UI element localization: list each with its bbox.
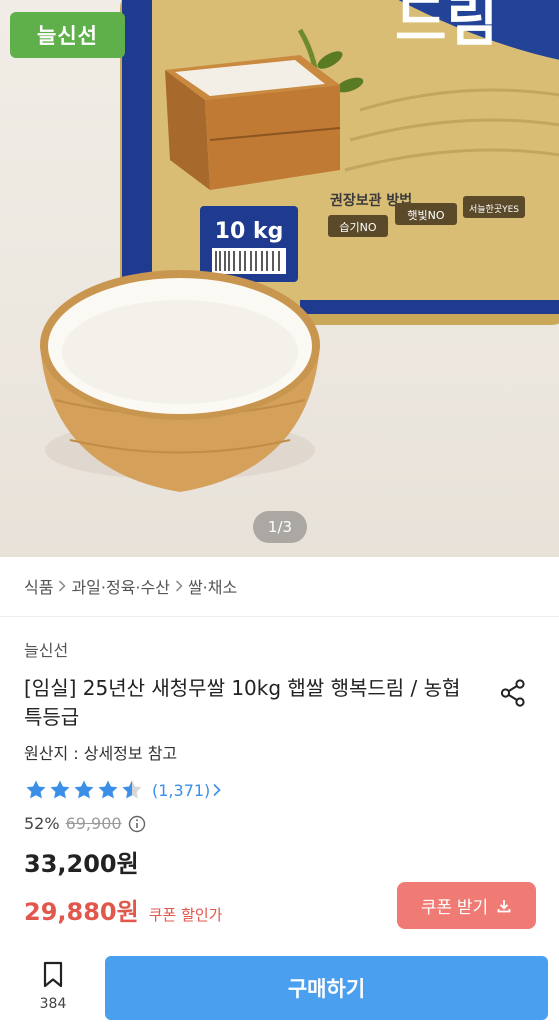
- share-icon[interactable]: [498, 678, 528, 708]
- original-price: 69,900: [65, 814, 122, 833]
- discount-row: 52% 69,900: [24, 814, 146, 833]
- bookmark-icon: [41, 960, 65, 990]
- info-icon[interactable]: [128, 815, 146, 833]
- breadcrumb-item-rice[interactable]: 쌀·채소: [188, 574, 237, 598]
- bottom-action-bar: 384 구매하기: [0, 946, 559, 1024]
- seller-badge: 늘신선: [10, 12, 125, 58]
- chevron-right-icon: [212, 783, 222, 797]
- breadcrumb-item-food[interactable]: 식품: [24, 574, 53, 598]
- svg-text:서늘한곳YES: 서늘한곳YES: [469, 204, 519, 215]
- star-icon: [98, 780, 118, 799]
- divider: [0, 616, 559, 617]
- star-icon: [26, 780, 46, 799]
- buy-button[interactable]: 구매하기: [105, 956, 548, 1020]
- svg-text:드림: 드림: [395, 0, 498, 54]
- coupon-price: 29,880원: [24, 898, 139, 926]
- product-photo: 드림 10 kg 권장보관 방법 습기NO 햇빛NO 서늘한곳YES: [40, 0, 559, 492]
- download-icon: [496, 898, 512, 914]
- star-icon: [50, 780, 70, 799]
- sale-price: 33,200원: [24, 850, 139, 878]
- product-title: [임실] 25년산 새청무쌀 10kg 햅쌀 행복드림 / 농협 특등급: [24, 676, 461, 729]
- image-counter: 1/3: [253, 511, 307, 543]
- chevron-right-icon: [53, 578, 71, 594]
- svg-text:10 kg: 10 kg: [215, 219, 284, 244]
- seller-name[interactable]: 늘신선: [24, 637, 68, 661]
- wishlist-count: 384: [39, 996, 67, 1012]
- review-count[interactable]: (1,371): [152, 781, 210, 800]
- rice-bowl-illustration: [40, 270, 320, 492]
- breadcrumb: 식품 과일·정육·수산 쌀·채소: [24, 574, 237, 598]
- get-coupon-button[interactable]: 쿠폰 받기: [397, 882, 536, 929]
- coupon-price-row: 29,880원 쿠폰 할인가: [24, 892, 222, 927]
- breadcrumb-item-fresh[interactable]: 과일·정육·수산: [71, 574, 170, 598]
- wishlist-button[interactable]: 384: [22, 960, 84, 1020]
- discount-rate: 52%: [24, 814, 60, 833]
- star-icon: [74, 780, 94, 799]
- origin-info: 원산지 : 상세정보 참고: [24, 744, 178, 763]
- rating-summary[interactable]: (1,371): [24, 778, 222, 802]
- coupon-price-label: 쿠폰 할인가: [148, 906, 223, 924]
- product-image[interactable]: 드림 10 kg 권장보관 방법 습기NO 햇빛NO 서늘한곳YES 늘신선 1…: [0, 0, 559, 557]
- svg-text:습기NO: 습기NO: [339, 221, 376, 234]
- star-half-icon: [122, 780, 142, 799]
- star-rating: [24, 778, 144, 802]
- get-coupon-label: 쿠폰 받기: [420, 898, 489, 917]
- chevron-right-icon: [170, 578, 188, 594]
- svg-text:햇빛NO: 햇빛NO: [407, 209, 444, 222]
